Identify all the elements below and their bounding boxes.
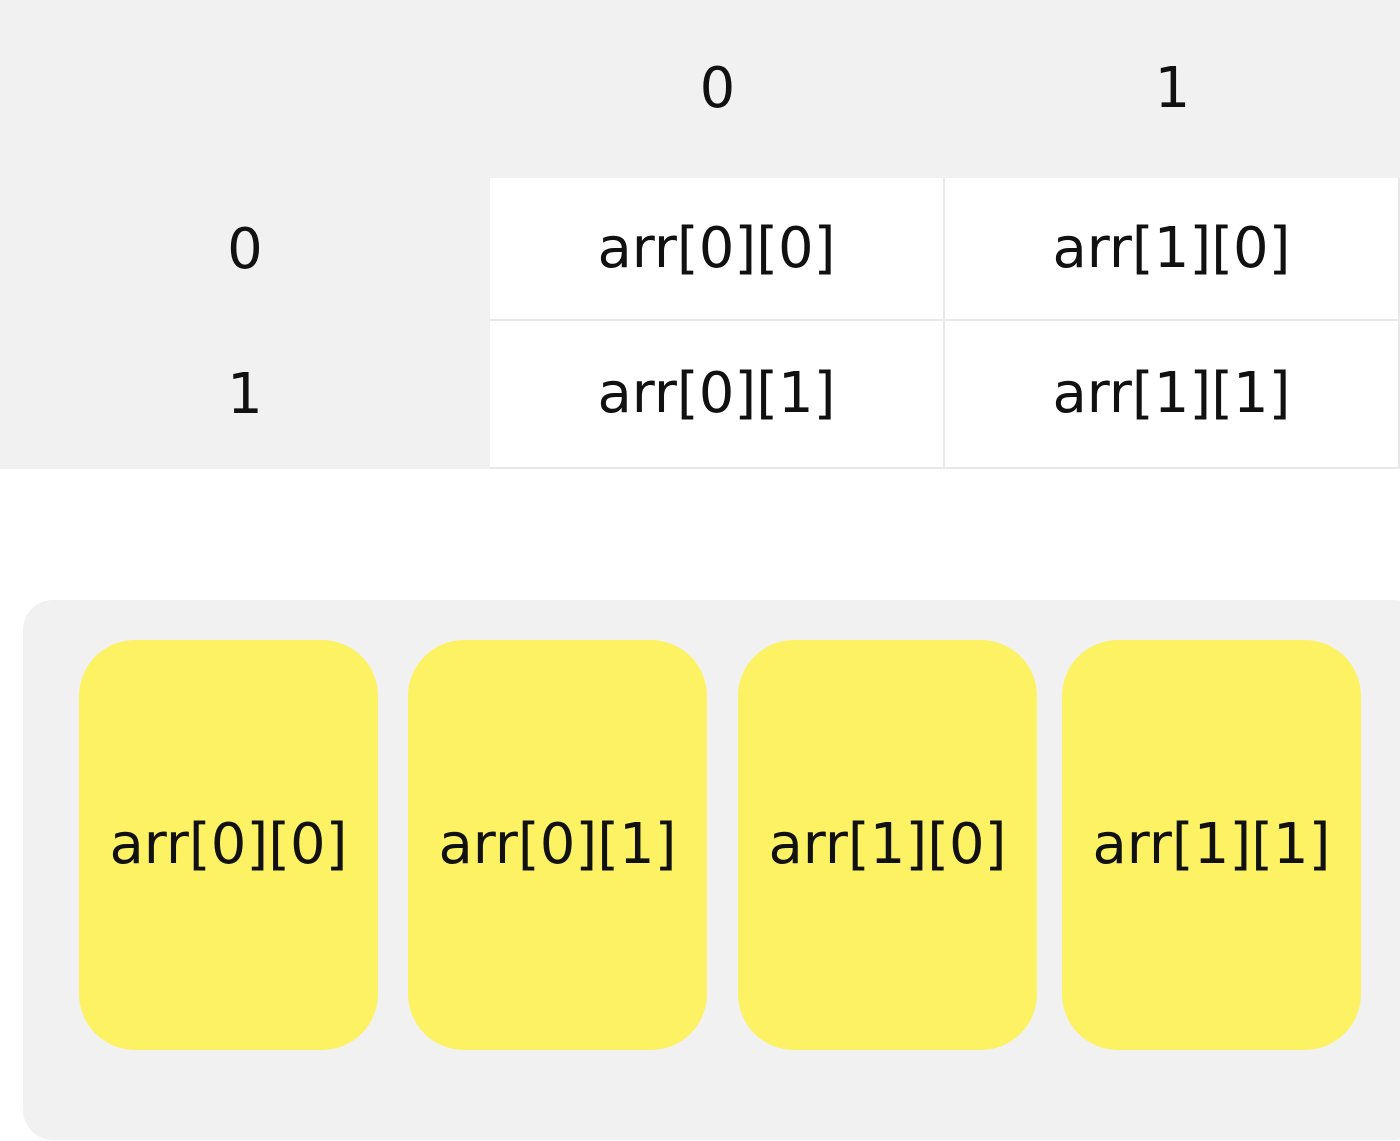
column-header-1: 1 [945, 0, 1400, 178]
row-header-0: 0 [0, 178, 490, 321]
table-cell: arr[1][0] [945, 178, 1400, 321]
memory-slot: arr[1][0] [738, 640, 1037, 1050]
table-cell: arr[0][0] [490, 178, 945, 321]
table-cell: arr[0][1] [490, 321, 945, 469]
memory-slot: arr[0][1] [408, 640, 707, 1050]
two-d-array-table: 0 1 0 1 arr[0][0] arr[1][0] arr[0][1] ar… [0, 0, 1400, 469]
memory-slot: arr[1][1] [1062, 640, 1361, 1050]
table-cell: arr[1][1] [945, 321, 1400, 469]
column-header-0: 0 [490, 0, 945, 178]
row-header-1: 1 [0, 321, 490, 469]
memory-slot: arr[0][0] [79, 640, 378, 1050]
